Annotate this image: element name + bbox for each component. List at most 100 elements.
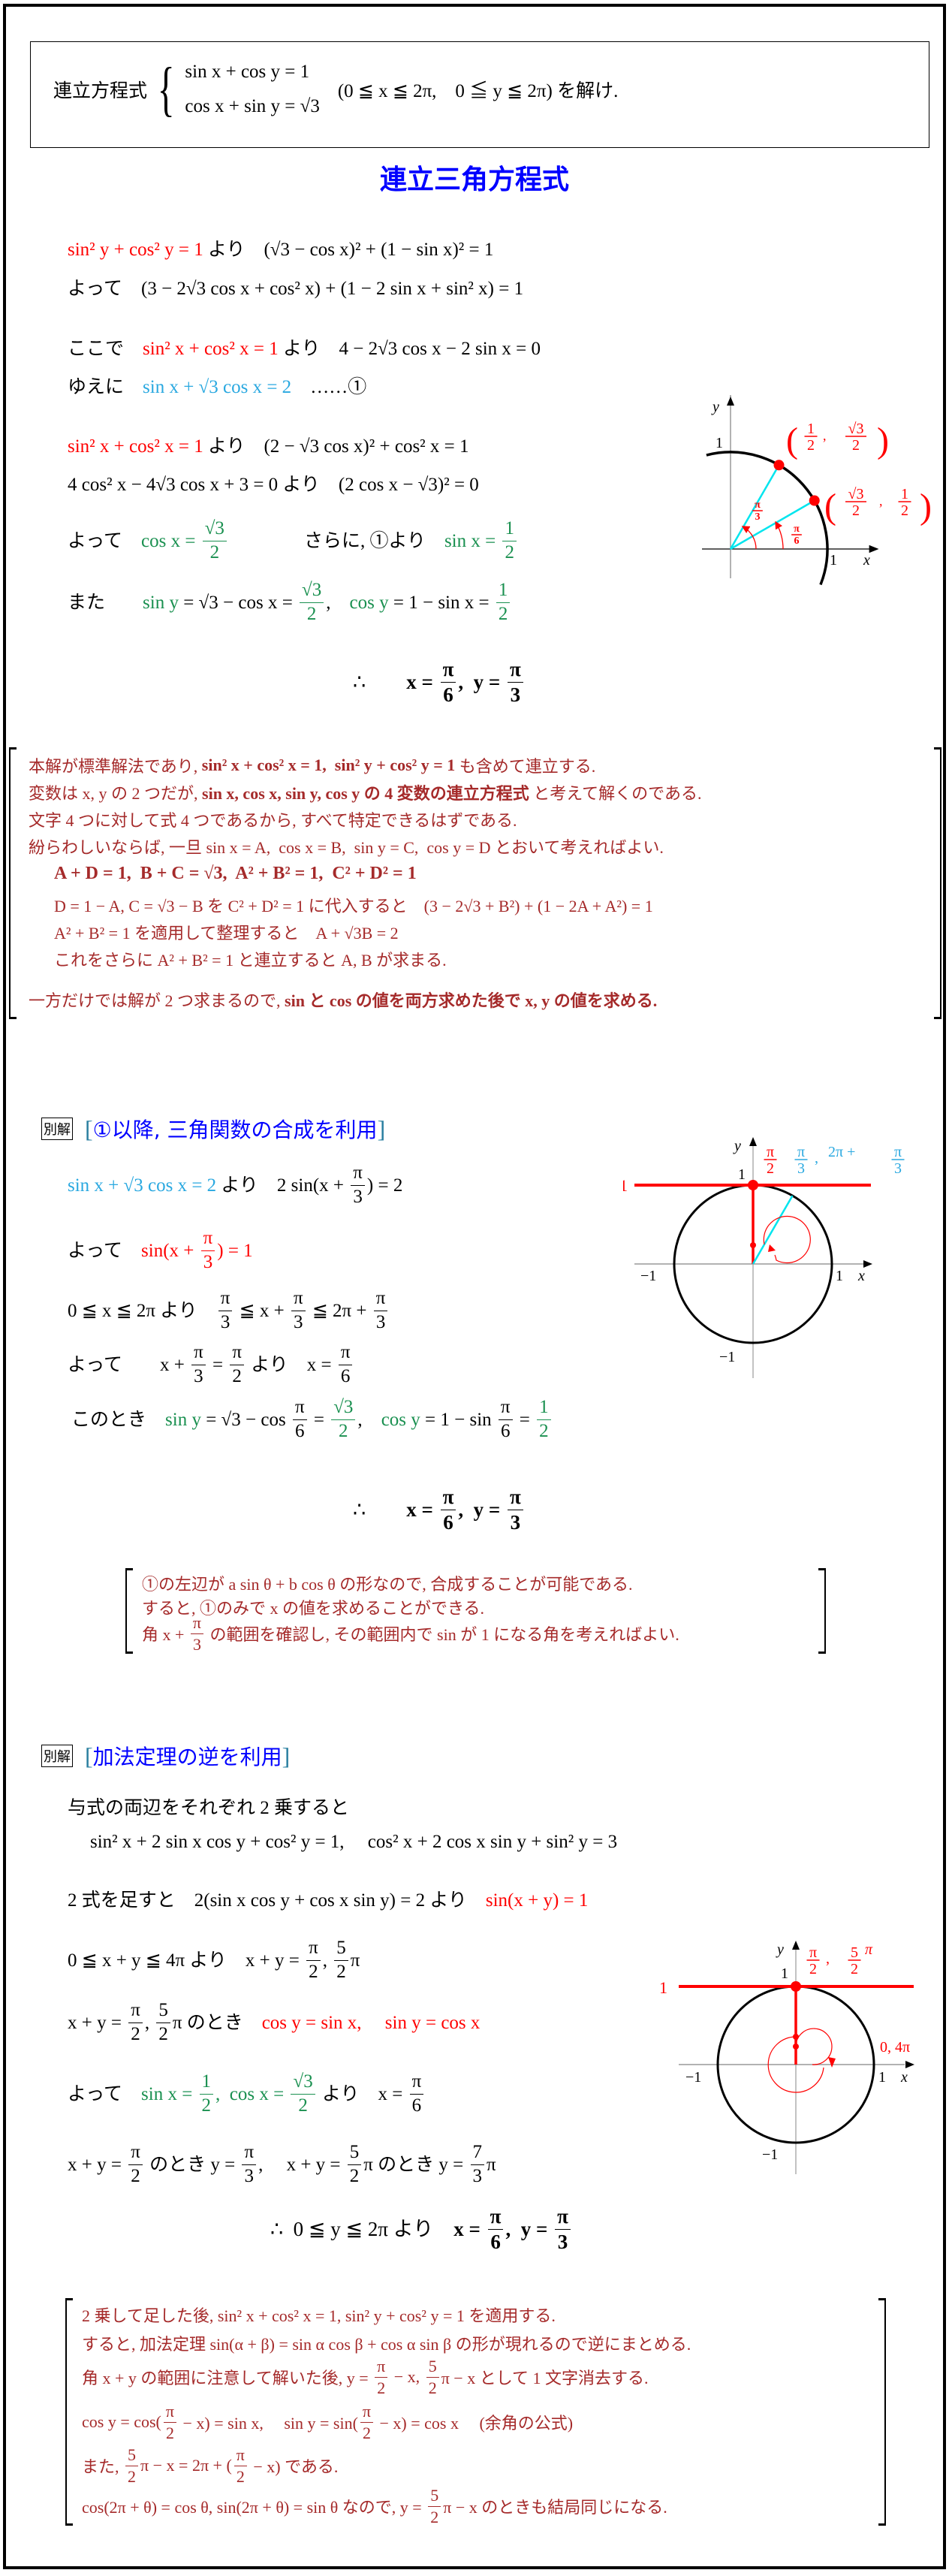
fraction: 12 <box>502 519 517 563</box>
denominator: 2 <box>428 2378 437 2397</box>
math-text: − x) である. <box>249 2457 339 2476</box>
tick-label-x-1: 1 <box>836 1268 843 1284</box>
numerator: 1 <box>537 1398 551 1420</box>
fraction: π6 <box>440 1486 456 1533</box>
fraction: π6 <box>498 1398 513 1441</box>
bracket-right <box>878 2298 886 2526</box>
denominator: 6 <box>295 1420 305 1441</box>
math-text: より 4 − 2√3 cos x − 2 sin x = 0 <box>278 339 541 359</box>
alt-badge: 別解 <box>41 1745 73 1767</box>
math-text: = √3 − cos <box>200 1409 291 1430</box>
numerator: π <box>555 2206 571 2230</box>
math-text: また, <box>82 2457 124 2476</box>
denominator: 2 <box>236 2466 245 2486</box>
denominator: 2 <box>128 2466 137 2486</box>
numerator: √3 <box>291 2072 315 2095</box>
angle-label-pi-3-numerator: π <box>755 499 761 511</box>
numerator: π <box>508 1486 523 1510</box>
tick-label-y-1: 1 <box>716 435 723 451</box>
math-text: = √3 − cos x = <box>178 592 298 613</box>
math-text: このとき <box>71 1409 166 1430</box>
label-5-2-numerator: 5 <box>851 1944 858 1961</box>
fraction: π2 <box>163 2403 176 2442</box>
unit-circle-arc <box>706 451 829 586</box>
math-text: 4 cos² x − 4√3 cos x + 3 = 0 より (2 cos x… <box>68 475 479 495</box>
note-box-1: 本解が標準解法であり, sin² x + cos² x = 1, sin² y … <box>9 747 941 1019</box>
math-text: sin² x + cos² x = 1 <box>68 436 203 457</box>
fraction: π3 <box>191 1343 206 1386</box>
numerator: π <box>291 1289 306 1311</box>
fraction: 52 <box>347 2143 362 2186</box>
note-line: 文字 4 つに対して式 4 つであるから, すべて特定できるはずである. <box>29 807 517 831</box>
math-text: sin y <box>143 592 179 613</box>
numerator: π <box>338 1343 353 1365</box>
alt-badge: 別解 <box>41 1118 73 1140</box>
alt2-answer: ∴ 0 ≦ y ≦ 2π より x = π6, y = π3 <box>270 2206 573 2252</box>
math-text: = <box>207 1354 228 1375</box>
point-a <box>773 460 785 471</box>
math-text: = <box>514 1409 535 1430</box>
label-pi-2-numerator: π <box>809 1944 817 1961</box>
math-text: π <box>350 1950 360 1971</box>
math-text: sin x = <box>444 530 501 551</box>
label-pi-2-denominator: 2 <box>767 1160 774 1177</box>
denominator: 2 <box>339 1420 348 1441</box>
point-a-x-numerator: 1 <box>807 421 815 437</box>
rotation-arrow-head <box>768 1244 776 1252</box>
x-axis-arrow <box>905 2061 914 2068</box>
equation-1: sin x + cos y = 1 <box>185 62 310 82</box>
paren-close-b: ) <box>920 487 932 526</box>
bracket-left <box>9 747 17 1019</box>
math-text: sin² x + cos² x = 1, sin² y + cos² y = 1 <box>201 756 456 774</box>
label-pi-2-denominator: 2 <box>809 1961 817 1977</box>
alt1-line: よって x + π3 = π2 より x = π6 <box>68 1342 354 1387</box>
equation-2: cos x + sin y = √3 <box>185 96 320 116</box>
alt2-line: x + y = π2, 52π のとき cos y = sin x, sin y… <box>68 2000 480 2045</box>
math-text: 本解が標準解法であり, <box>29 757 202 776</box>
tick-label-x-1: 1 <box>878 2069 886 2086</box>
denominator: 2 <box>349 2165 360 2186</box>
line-label-1: 1 <box>661 1978 667 1997</box>
alt2-line: 0 ≦ x + y ≦ 4π より x + y = π2, 52π <box>68 1938 360 1983</box>
numerator: π <box>487 2206 504 2230</box>
numerator: 5 <box>426 2357 439 2378</box>
fraction: 52 <box>428 2487 441 2526</box>
fraction: π6 <box>409 2072 424 2116</box>
paren-open-b: ( <box>824 487 836 526</box>
denominator: 3 <box>353 1186 363 1207</box>
paren-open-a: ( <box>786 421 798 460</box>
denominator: 3 <box>557 2230 568 2253</box>
page-title: 連立三角方程式 <box>379 164 569 195</box>
math-text: π − x のときも結局同じになる. <box>443 2498 667 2517</box>
fraction: 52 <box>156 2001 170 2044</box>
numerator: π <box>128 2143 143 2165</box>
main-line: よって (3 − 2√3 cos x + cos² x) + (1 − 2 si… <box>68 279 523 298</box>
math-text: よって <box>68 530 142 551</box>
alt1-line: sin x + √3 cos x = 2 より 2 sin(x + π 3) = … <box>68 1163 402 1208</box>
math-text: 0 ≦ x ≦ 2π より <box>68 1300 216 1321</box>
math-text: ゆえに <box>68 377 143 397</box>
fraction: √3 2 <box>331 1398 356 1441</box>
numerator: π <box>440 659 456 683</box>
fraction: π2 <box>360 2403 374 2442</box>
y-axis-arrow <box>727 397 734 406</box>
label-5-2-denominator: 2 <box>851 1961 858 1977</box>
math-text: も含めて連立する. <box>455 757 596 776</box>
fraction: π3 <box>373 1289 388 1332</box>
denominator: 6 <box>411 2095 422 2116</box>
comma-a: , <box>823 428 827 443</box>
numerator: π <box>351 1163 365 1186</box>
math-text: − x) = sin x, sin y = sin( <box>179 2414 358 2433</box>
math-text: , <box>326 592 350 613</box>
math-text: ∴ <box>353 670 407 693</box>
numerator: π <box>373 1289 388 1311</box>
numerator: 7 <box>470 2143 484 2165</box>
math-text: D = 1 − A, C = √3 − B を C² + D² = 1 に代入す… <box>54 897 653 915</box>
note-box-2: ①の左辺が a sin θ + b cos θ の形なので, 合成することが可能… <box>125 1568 826 1654</box>
problem-range: (0 ≦ x ≦ 2π, 0 ≦ y ≦ 2π) を解け. <box>337 81 619 101</box>
math-text: より x = <box>246 1354 336 1375</box>
math-text: , y = <box>458 670 506 693</box>
math-text: sin x + √3 cos x = 2 <box>143 377 292 397</box>
math-text: sin x = <box>141 2083 197 2104</box>
alt1-title: ①以降, 三角関数の合成を利用 <box>92 1118 378 1142</box>
